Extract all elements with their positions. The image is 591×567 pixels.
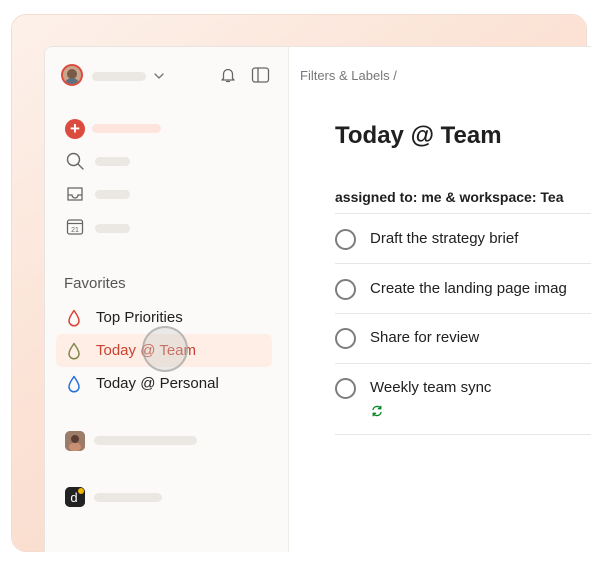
add-task-label-placeholder[interactable] [92, 124, 161, 133]
svg-text:d: d [70, 490, 77, 505]
filter-query: assigned to: me & workspace: Tea [335, 189, 564, 205]
divider [335, 213, 591, 214]
recurring-icon [370, 404, 384, 418]
main-content: Filters & Labels / Today @ Team assigned… [289, 47, 591, 552]
task-checkbox[interactable] [335, 328, 356, 349]
drop-icon [67, 309, 81, 327]
upcoming-label-placeholder[interactable] [95, 224, 130, 233]
workspace-avatar[interactable]: d [65, 487, 85, 507]
task-row[interactable]: Share for review [335, 319, 591, 368]
task-checkbox[interactable] [335, 378, 356, 399]
favorite-label: Top Priorities [96, 309, 183, 326]
sidebar: + 21 Favorites Top Priorities Today @ Te… [45, 47, 289, 552]
avatar-body [64, 78, 80, 84]
divider [335, 363, 591, 364]
task-row[interactable]: Create the landing page imag [335, 270, 591, 319]
task-title[interactable]: Weekly team sync [370, 379, 491, 396]
task-row[interactable]: Draft the strategy brief [335, 220, 591, 269]
search-label-placeholder[interactable] [95, 157, 130, 166]
add-task-icon[interactable]: + [65, 119, 85, 139]
sidebar-toggle-icon[interactable] [251, 66, 270, 84]
task-title[interactable]: Draft the strategy brief [370, 230, 518, 247]
breadcrumb[interactable]: Filters & Labels / [300, 68, 397, 83]
favorites-heading: Favorites [64, 275, 126, 292]
page-title: Today @ Team [335, 122, 502, 149]
chevron-down-icon[interactable] [153, 70, 165, 82]
calendar-icon[interactable]: 21 [64, 216, 86, 238]
svg-text:21: 21 [71, 227, 79, 234]
user-avatar[interactable] [61, 64, 83, 86]
task-row[interactable]: Weekly team sync [335, 369, 591, 418]
favorite-label: Today @ Personal [96, 375, 219, 392]
workspace-avatar[interactable] [65, 431, 85, 451]
inbox-icon[interactable] [64, 183, 86, 205]
task-checkbox[interactable] [335, 279, 356, 300]
divider [335, 313, 591, 314]
search-icon[interactable] [64, 150, 86, 172]
workspace-name-placeholder[interactable] [94, 436, 197, 445]
workspace-name-placeholder[interactable] [94, 493, 162, 502]
divider [335, 263, 591, 264]
bell-icon[interactable] [219, 66, 237, 84]
drop-icon [67, 342, 81, 360]
inbox-label-placeholder[interactable] [95, 190, 130, 199]
drop-icon [67, 375, 81, 393]
app-window: + 21 Favorites Top Priorities Today @ Te… [44, 46, 591, 552]
task-title[interactable]: Create the landing page imag [370, 280, 567, 297]
divider [335, 434, 591, 435]
cursor-click-indicator [142, 326, 188, 372]
task-title[interactable]: Share for review [370, 329, 479, 346]
user-name-placeholder[interactable] [92, 72, 146, 81]
task-checkbox[interactable] [335, 229, 356, 250]
